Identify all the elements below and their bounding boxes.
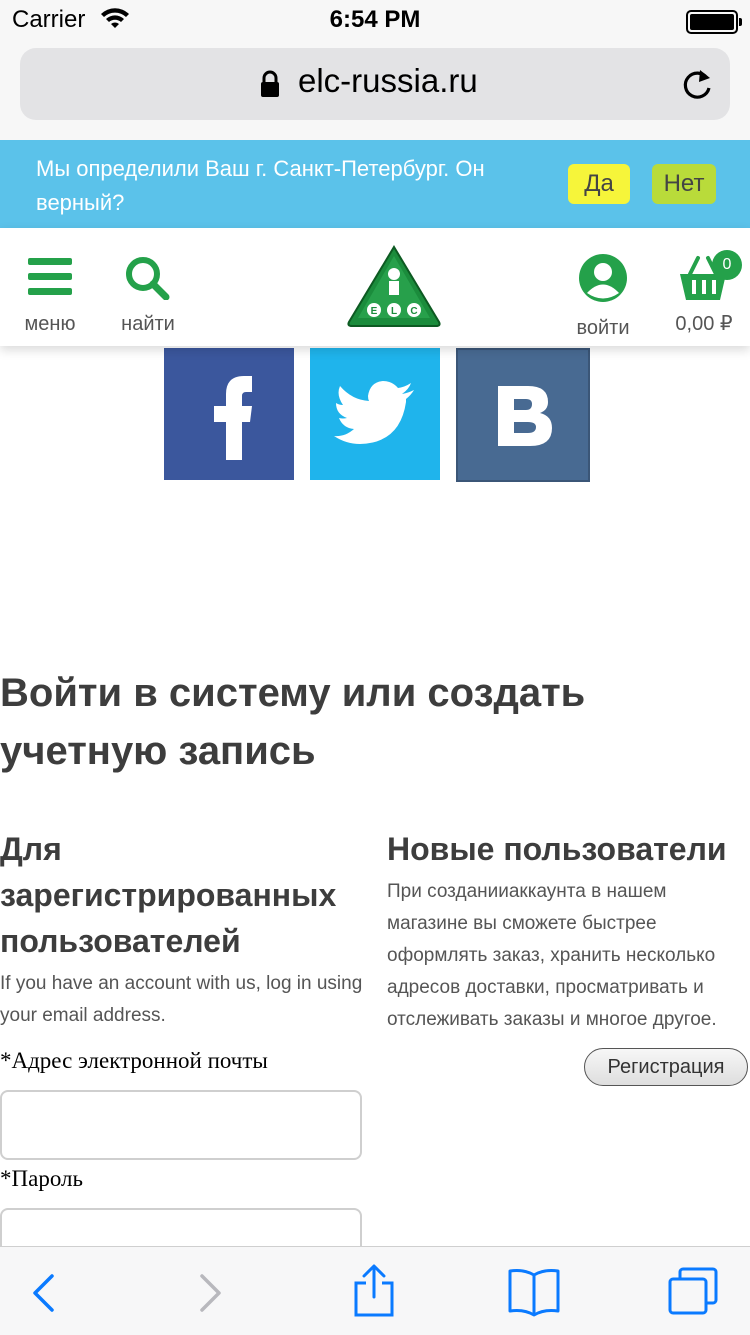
twitter-icon bbox=[334, 381, 414, 444]
search-icon bbox=[126, 257, 170, 300]
url-text: elc-russia.ru bbox=[298, 62, 478, 99]
twitter-button[interactable] bbox=[310, 348, 440, 480]
facebook-button[interactable] bbox=[164, 348, 294, 480]
registered-users-section: Для зарегистрированных пользователей If … bbox=[0, 826, 365, 1032]
address-bar[interactable]: elc-russia.ru bbox=[20, 48, 730, 120]
search-label: найти bbox=[121, 313, 175, 335]
login-button[interactable]: войти bbox=[566, 252, 640, 339]
page-title: Войти в систему или создать учетную запи… bbox=[0, 671, 586, 773]
status-bar: Carrier 6:54 PM bbox=[0, 0, 750, 40]
login-label: войти bbox=[576, 317, 630, 339]
svg-text:E: E bbox=[371, 306, 378, 317]
clock: 6:54 PM bbox=[329, 6, 421, 33]
vkontakte-button[interactable] bbox=[456, 348, 590, 482]
user-icon bbox=[579, 254, 627, 302]
password-label: *Пароль bbox=[0, 1166, 83, 1191]
share-icon[interactable] bbox=[352, 1263, 396, 1319]
facebook-icon bbox=[214, 376, 252, 460]
register-button[interactable]: Регистрация bbox=[584, 1048, 748, 1086]
battery-icon bbox=[686, 10, 742, 34]
menu-button[interactable]: меню bbox=[14, 258, 86, 335]
cart-total: 0,00 ₽ bbox=[675, 313, 733, 335]
svg-text:L: L bbox=[391, 306, 397, 317]
reload-icon[interactable] bbox=[680, 66, 714, 102]
forward-icon[interactable] bbox=[198, 1273, 224, 1313]
registered-description: If you have an account with us, log in u… bbox=[0, 973, 363, 1026]
new-users-description: При созданииаккаунта в нашем магазине вы… bbox=[387, 881, 717, 1030]
confirm-city-button[interactable]: Да bbox=[568, 164, 630, 204]
hamburger-icon bbox=[28, 258, 72, 295]
browser-address-area: elc-russia.ru bbox=[0, 40, 750, 140]
lock-icon bbox=[261, 70, 279, 97]
tabs-icon[interactable] bbox=[666, 1265, 720, 1317]
back-icon[interactable] bbox=[30, 1273, 56, 1313]
registered-heading: Для зарегистрированных пользователей bbox=[0, 831, 337, 959]
browser-toolbar bbox=[0, 1246, 750, 1335]
region-banner: Мы определили Ваш г. Санкт-Петербург. Он… bbox=[0, 140, 750, 228]
vk-icon bbox=[498, 386, 552, 446]
email-field[interactable] bbox=[0, 1090, 362, 1160]
email-label: *Адрес электронной почты bbox=[0, 1048, 268, 1073]
cart-count-badge: 0 bbox=[712, 250, 742, 280]
search-button[interactable]: найти bbox=[112, 256, 184, 335]
region-message: Мы определили Ваш г. Санкт-Петербург. Он… bbox=[36, 156, 485, 215]
site-header: меню найти E L C войти 0 0,00 ₽ bbox=[0, 228, 750, 346]
new-users-section: Новые пользователи При созданииаккаунта … bbox=[387, 826, 750, 1036]
cart-button[interactable]: 0 0,00 ₽ bbox=[668, 250, 742, 335]
elc-logo[interactable]: E L C bbox=[346, 244, 442, 328]
reject-city-button[interactable]: Нет bbox=[652, 164, 716, 204]
new-users-heading: Новые пользователи bbox=[387, 831, 727, 867]
svg-text:C: C bbox=[410, 306, 417, 317]
menu-label: меню bbox=[24, 313, 76, 335]
bookmarks-icon[interactable] bbox=[506, 1267, 562, 1317]
